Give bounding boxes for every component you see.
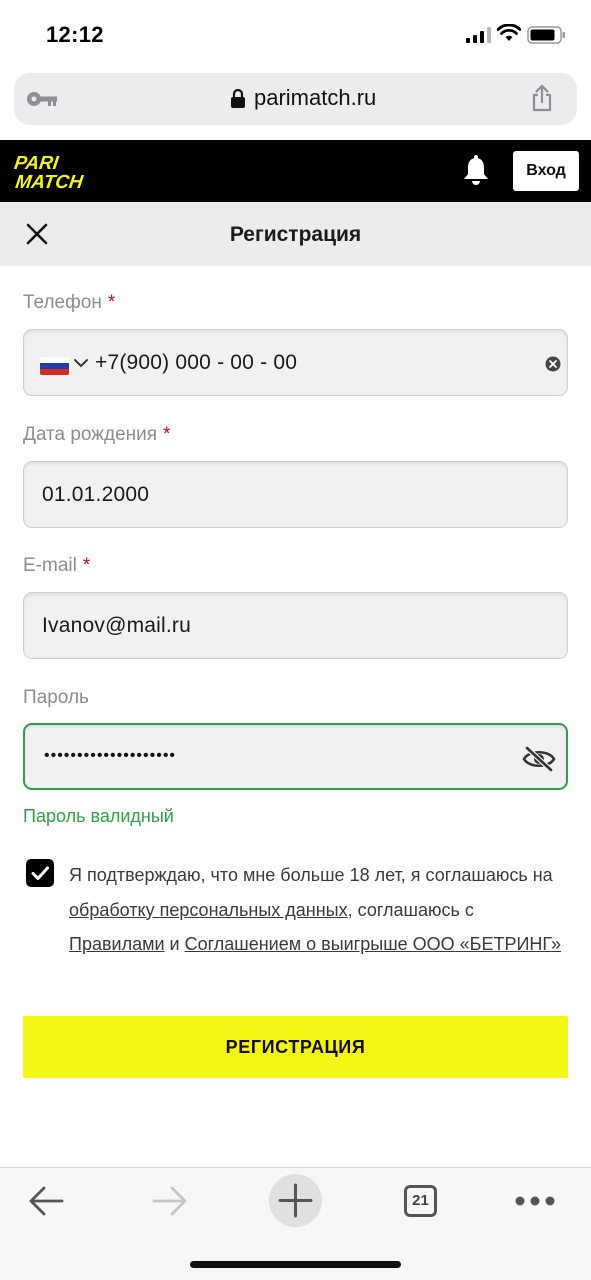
battery-icon — [527, 26, 565, 44]
tabs-counter-button[interactable]: 21 — [404, 1185, 437, 1217]
russia-flag-icon[interactable] — [40, 357, 69, 375]
bell-icon[interactable] — [462, 155, 490, 187]
phone-label: Телефон * — [23, 292, 115, 314]
site-header: PARI MATCH Вход — [0, 140, 591, 202]
register-button[interactable]: РЕГИСТРАЦИЯ — [23, 1016, 568, 1078]
agreement-checkbox[interactable] — [26, 859, 54, 887]
birthdate-label-text: Дата рождения — [23, 424, 158, 445]
share-icon[interactable] — [531, 84, 553, 112]
status-bar: 12:12 — [0, 0, 591, 70]
required-mark: * — [107, 292, 116, 313]
back-arrow-icon[interactable] — [28, 1184, 64, 1218]
status-time: 12:12 — [46, 22, 104, 47]
required-mark: * — [163, 424, 171, 445]
chevron-down-icon[interactable] — [73, 357, 89, 369]
clear-icon[interactable] — [545, 356, 561, 372]
agreement-text: Я подтверждаю, что мне больше 18 лет, я … — [69, 858, 569, 962]
page-title: Регистрация — [229, 223, 362, 246]
url-text[interactable]: parimatch.ru — [254, 85, 376, 111]
rules-link[interactable]: Правилами — [69, 934, 165, 954]
checkmark-icon — [31, 866, 49, 880]
agreement-text-part: , соглашаюсь с — [347, 899, 474, 920]
password-input[interactable]: •••••••••••••••••••• — [44, 747, 176, 765]
address-bar[interactable]: parimatch.ru — [14, 73, 577, 125]
winnings-agreement-link[interactable]: Соглашением о выигрыше ООО «БЕТРИНГ» — [185, 934, 561, 954]
more-icon[interactable] — [515, 1195, 555, 1207]
password-valid-message: Пароль валидный — [23, 806, 174, 826]
required-mark: * — [82, 555, 91, 576]
phone-input[interactable]: +7(900) 000 - 00 - 00 — [95, 351, 297, 375]
forward-arrow-icon[interactable] — [152, 1184, 188, 1218]
svg-text:MATCH: MATCH — [14, 172, 85, 191]
new-tab-button[interactable] — [269, 1174, 322, 1227]
parimatch-logo[interactable]: PARI MATCH — [12, 151, 128, 191]
wifi-icon — [497, 24, 521, 41]
cellular-signal-icon — [466, 27, 491, 43]
phone-label-text: Телефон — [23, 292, 102, 313]
agreement-text-part: Я подтверждаю, что мне больше 18 лет, я … — [69, 865, 553, 885]
svg-text:PARI: PARI — [13, 153, 61, 174]
registration-header: Регистрация — [0, 202, 591, 266]
password-label: Пароль — [23, 687, 89, 708]
email-input[interactable]: Ivanov@mail.ru — [42, 614, 191, 638]
birthdate-field[interactable]: 01.01.2000 — [23, 461, 568, 528]
agreement-text-part: и — [164, 934, 185, 954]
birthdate-label: Дата рождения * — [23, 424, 170, 446]
plus-icon — [278, 1183, 313, 1218]
email-label: E-mail * — [23, 555, 90, 577]
lock-icon — [231, 88, 245, 108]
login-button[interactable]: Вход — [513, 151, 579, 191]
email-label-text: E-mail — [23, 555, 77, 576]
password-field[interactable]: •••••••••••••••••••• — [23, 723, 568, 790]
birthdate-input[interactable]: 01.01.2000 — [42, 483, 149, 507]
personal-data-link[interactable]: обработку персональных данных — [69, 900, 348, 920]
key-icon[interactable] — [26, 90, 58, 108]
home-indicator — [190, 1261, 401, 1268]
email-field[interactable]: Ivanov@mail.ru — [23, 592, 568, 659]
eye-slash-icon[interactable] — [522, 745, 556, 773]
phone-field[interactable]: +7(900) 000 - 00 - 00 — [23, 329, 568, 396]
